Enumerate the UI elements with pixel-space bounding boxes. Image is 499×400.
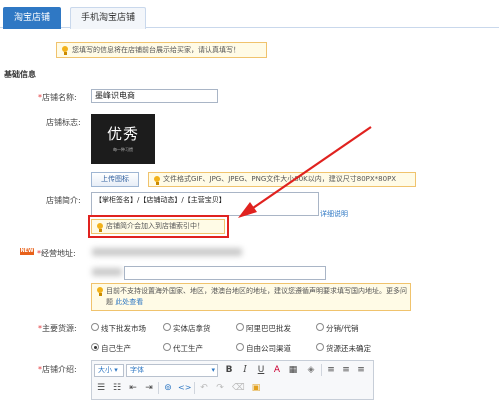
address-label: *经营地址:: [37, 249, 76, 258]
outdent-icon[interactable]: ⇤: [127, 382, 139, 394]
detail-link[interactable]: 详细说明: [320, 209, 348, 219]
logo-text: 优秀: [106, 125, 139, 143]
option-label: 线下批发市场: [101, 324, 146, 333]
bold-icon[interactable]: B: [223, 364, 235, 376]
shop-name-input[interactable]: 墨峰识电商: [91, 89, 218, 103]
toolbar-divider: [194, 382, 195, 394]
shop-intro-label: 店铺简介:: [46, 196, 81, 205]
radio-own-company-channel[interactable]: [236, 343, 244, 351]
address-tip: 目前不支持设置海外国家、地区，港澳台地区的地址，建议您遵循声明要求填写国内地址。…: [91, 283, 411, 311]
clear-format-icon[interactable]: ⌫: [232, 382, 245, 394]
shop-desc-label: *店铺介绍:: [38, 365, 77, 374]
fill-color-icon[interactable]: ◈: [305, 364, 317, 376]
link-icon[interactable]: ⊚: [162, 382, 174, 394]
radio-alibaba-wholesale[interactable]: [236, 323, 244, 331]
option-label: 自由公司渠道: [246, 344, 291, 353]
radio-oem[interactable]: [163, 343, 171, 351]
font-family-select[interactable]: 字体 ▾: [126, 364, 218, 377]
info-notice: 您填写的信息将在店铺前台展示给买家，请认真填写！: [56, 42, 267, 58]
ordered-list-icon[interactable]: ☷: [111, 382, 123, 394]
font-size-select[interactable]: 大小 ▾: [94, 364, 124, 377]
underline-icon[interactable]: U: [255, 364, 267, 376]
radio-undetermined[interactable]: [316, 343, 324, 351]
redacted-address-prefix: [92, 268, 122, 276]
undo-icon[interactable]: ↶: [198, 382, 210, 394]
align-left-icon[interactable]: ≡: [325, 364, 337, 376]
italic-icon[interactable]: I: [239, 364, 251, 376]
redacted-address-line: [92, 248, 242, 256]
lightbulb-icon: [96, 287, 104, 296]
redo-icon[interactable]: ↷: [214, 382, 226, 394]
new-badge: NEW: [20, 248, 34, 255]
shop-intro-textarea[interactable]: 【掌柜签名】/【店铺动态】/【主营宝贝】: [91, 192, 319, 216]
source-code-icon[interactable]: <>: [178, 382, 191, 394]
table-icon[interactable]: ▦: [287, 364, 299, 376]
option-label: 实体店拿货: [173, 324, 211, 333]
option-label: 货源还未确定: [326, 344, 371, 353]
option-label: 代工生产: [173, 344, 203, 353]
option-label: 分销/代销: [326, 324, 359, 333]
shop-logo-label: 店铺标志:: [46, 118, 81, 127]
address-detail-input[interactable]: [124, 266, 326, 280]
radio-self-produced[interactable]: [91, 343, 99, 351]
notice-text: 您填写的信息将在店铺前台展示给买家，请认真填写！: [72, 46, 240, 54]
address-tip-link[interactable]: 此处查看: [115, 298, 143, 306]
toolbar-divider: [158, 382, 159, 394]
lightbulb-icon: [153, 176, 161, 185]
address-tip-text: 目前不支持设置海外国家、地区，港澳台地区的地址，建议您遵循声明要求填写国内地址。…: [106, 287, 407, 306]
unordered-list-icon[interactable]: ☰: [95, 382, 107, 394]
shop-name-label: *店铺名称:: [38, 93, 77, 102]
tab-mobile-taobao-shop[interactable]: 手机淘宝店铺: [70, 7, 147, 29]
tab-bar: 淘宝店铺 手机淘宝店铺: [0, 0, 499, 29]
font-color-icon[interactable]: A: [271, 364, 283, 376]
upload-logo-button[interactable]: 上传图标: [91, 172, 139, 187]
lightbulb-icon: [61, 46, 69, 55]
logo-subtext: 每一种习惯: [113, 147, 133, 152]
main-source-label: *主要货源:: [38, 324, 77, 333]
image-icon[interactable]: ▣: [250, 382, 262, 394]
radio-physical-store[interactable]: [163, 323, 171, 331]
toolbar-divider: [321, 364, 322, 376]
radio-distribution[interactable]: [316, 323, 324, 331]
logo-format-tip: 文件格式GIF、JPG、JPEG、PNG文件大小80K以内，建议尺寸80PX*8…: [148, 172, 416, 187]
highlight-frame: [88, 215, 229, 238]
logo-tip-text: 文件格式GIF、JPG、JPEG、PNG文件大小80K以内，建议尺寸80PX*8…: [163, 175, 397, 183]
option-label: 自己生产: [101, 344, 131, 353]
indent-icon[interactable]: ⇥: [143, 382, 155, 394]
tab-taobao-shop[interactable]: 淘宝店铺: [3, 7, 62, 29]
option-label: 阿里巴巴批发: [246, 324, 291, 333]
radio-offline-wholesale[interactable]: [91, 323, 99, 331]
align-center-icon[interactable]: ≡: [340, 364, 352, 376]
align-right-icon[interactable]: ≡: [355, 364, 367, 376]
rich-text-editor: 大小 ▾ 字体 ▾ B I U A ▦ ◈ ≡ ≡ ≡ ☰ ☷ ⇤ ⇥ ⊚ <> …: [91, 360, 374, 400]
section-title: 基础信息: [4, 70, 36, 79]
shop-logo-image: 优秀 每一种习惯: [91, 114, 155, 164]
